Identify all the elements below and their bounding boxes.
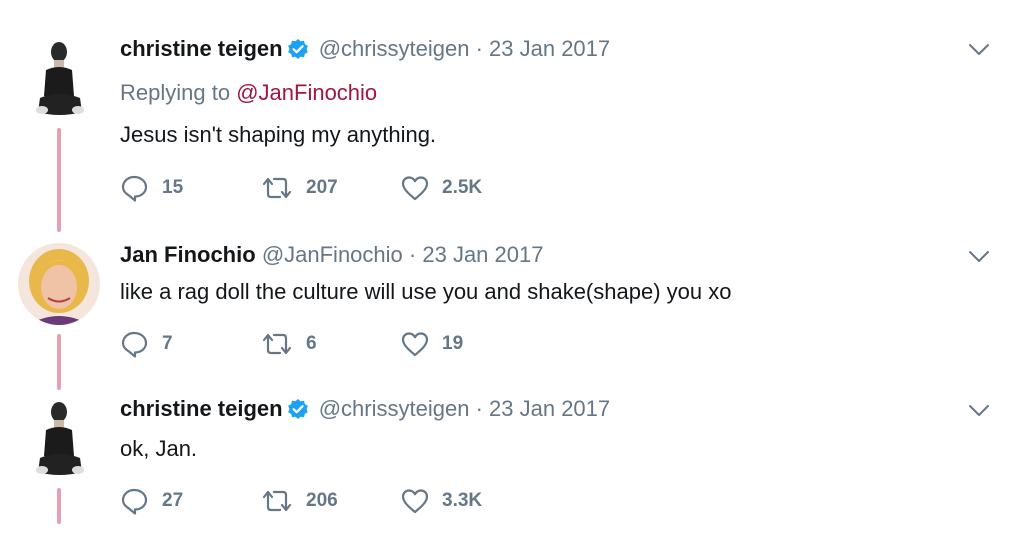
handle[interactable]: @JanFinochio	[262, 242, 403, 267]
timestamp[interactable]: 23 Jan 2017	[489, 36, 610, 61]
thread-line	[57, 488, 61, 524]
like-count: 19	[442, 333, 464, 354]
tweet-actions: 15 207 2.5K	[120, 172, 540, 204]
verified-badge-icon	[287, 38, 309, 60]
thread-line	[57, 128, 61, 232]
display-name[interactable]: Jan Finochio	[120, 242, 256, 267]
retweet-icon	[262, 333, 292, 355]
reply-icon	[121, 488, 148, 515]
retweet-count: 207	[306, 177, 338, 198]
avatar-janfinochio[interactable]	[18, 243, 100, 325]
display-name[interactable]: christine teigen	[120, 36, 283, 61]
avatar-chrissyteigen[interactable]	[18, 398, 100, 480]
like-button[interactable]: 3.3K	[400, 485, 482, 517]
chevron-down-icon[interactable]	[968, 250, 990, 264]
tweet-header: christine teigen @chrissyteigen · 23 Jan…	[120, 36, 610, 62]
like-button[interactable]: 2.5K	[400, 172, 482, 204]
avatar-chrissyteigen[interactable]	[18, 38, 100, 120]
retweet-count: 206	[306, 490, 338, 511]
handle[interactable]: @chrissyteigen	[319, 36, 470, 61]
reply-button[interactable]: 27	[120, 485, 183, 517]
like-button[interactable]: 19	[400, 328, 463, 360]
retweet-icon	[262, 490, 292, 512]
reply-count: 27	[162, 490, 184, 511]
chevron-down-icon[interactable]	[968, 404, 990, 418]
heart-icon	[401, 489, 429, 514]
chevron-down-icon[interactable]	[968, 43, 990, 57]
reply-count: 7	[162, 333, 173, 354]
tweet-text: ok, Jan.	[120, 436, 198, 461]
like-count: 3.3K	[442, 490, 483, 511]
tweet-header: christine teigen @chrissyteigen · 23 Jan…	[120, 396, 610, 422]
mention-link[interactable]: @JanFinochio	[236, 80, 377, 105]
separator: ·	[475, 36, 483, 61]
separator: ·	[475, 396, 483, 421]
replying-to: Replying to @JanFinochio	[120, 80, 377, 106]
tweet-actions: 27 206 3.3K	[120, 485, 540, 517]
retweet-button[interactable]: 207	[260, 172, 338, 204]
tweet-text: like a rag doll the culture will use you…	[120, 279, 732, 304]
tweet-text: Jesus isn't shaping my anything.	[120, 122, 437, 147]
tweet-actions: 7 6 19	[120, 328, 540, 360]
heart-icon	[401, 176, 429, 201]
timestamp[interactable]: 23 Jan 2017	[489, 396, 610, 421]
retweet-count: 6	[306, 333, 317, 354]
tweet-header: Jan Finochio @JanFinochio · 23 Jan 2017	[120, 242, 543, 268]
handle[interactable]: @chrissyteigen	[319, 396, 470, 421]
like-count: 2.5K	[442, 177, 483, 198]
retweet-icon	[262, 177, 292, 199]
timestamp[interactable]: 23 Jan 2017	[422, 242, 543, 267]
reply-count: 15	[162, 177, 184, 198]
retweet-button[interactable]: 6	[260, 328, 317, 360]
replying-prefix: Replying to	[120, 80, 231, 105]
retweet-button[interactable]: 206	[260, 485, 338, 517]
verified-badge-icon	[287, 398, 309, 420]
separator: ·	[408, 242, 417, 267]
reply-icon	[121, 175, 148, 202]
thread-line	[57, 334, 61, 390]
reply-icon	[121, 331, 148, 358]
reply-button[interactable]: 15	[120, 172, 183, 204]
display-name[interactable]: christine teigen	[120, 396, 283, 421]
reply-button[interactable]: 7	[120, 328, 173, 360]
heart-icon	[401, 332, 429, 357]
